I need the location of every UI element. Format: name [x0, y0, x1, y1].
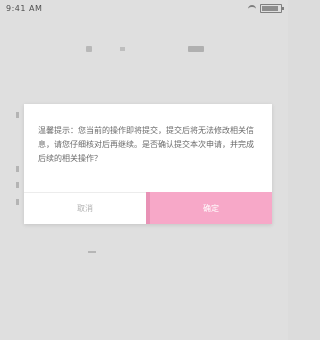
- confirm-dialog: 温馨提示：您当前的操作即将提交，提交后将无法修改相关信息，请您仔细核对后再继续。…: [24, 104, 272, 224]
- dialog-button-row: 取消 确定: [24, 192, 272, 224]
- cancel-button[interactable]: 取消: [24, 192, 146, 224]
- dialog-message: 温馨提示：您当前的操作即将提交，提交后将无法修改相关信息，请您仔细核对后再继续。…: [38, 126, 254, 163]
- confirm-button[interactable]: 确定: [146, 192, 272, 224]
